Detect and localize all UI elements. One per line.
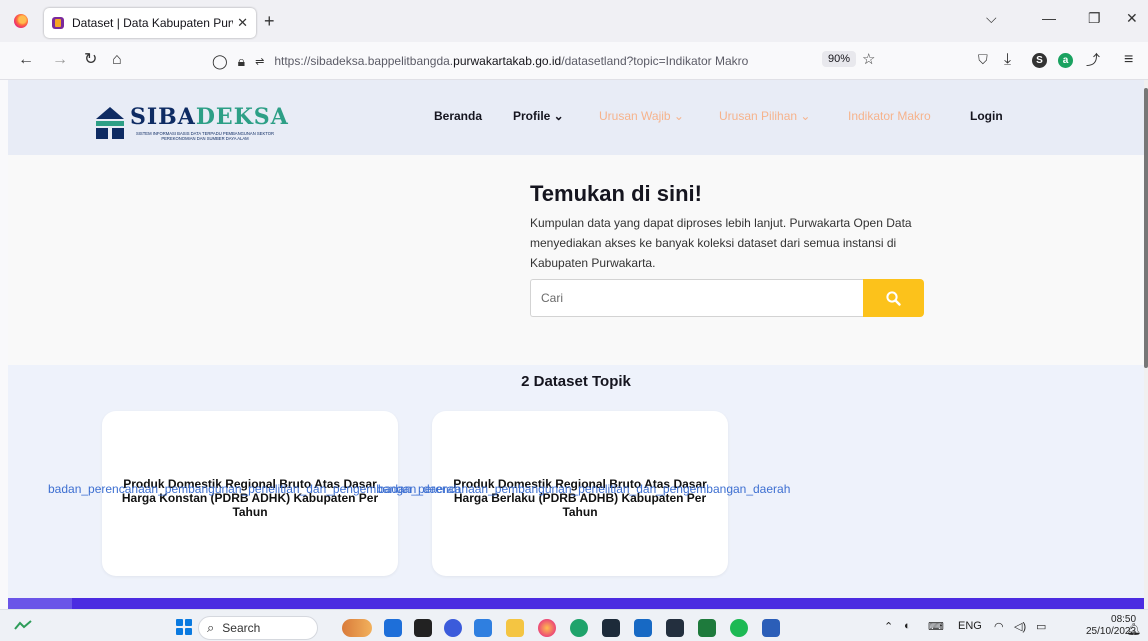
home-icon[interactable]: ⌂ — [112, 51, 122, 69]
close-window-button[interactable]: ✕ — [1126, 10, 1138, 27]
nav-beranda[interactable]: Beranda — [434, 109, 482, 123]
browser-tab-bar: Dataset | Data Kabupaten Purwa ✕ + ⌵ — ❐… — [0, 0, 1148, 42]
dropbox-icon[interactable] — [602, 619, 620, 637]
taskbar-search[interactable]: ⌕ Search — [198, 616, 318, 640]
tab-title: Dataset | Data Kabupaten Purwa — [72, 16, 234, 30]
copilot-icon[interactable] — [384, 619, 402, 637]
logo-subtitle: SISTEM INFORMASI BASIS DATA TERPADU PEMB… — [135, 131, 275, 141]
amazon-icon[interactable] — [666, 619, 684, 637]
search-button[interactable] — [863, 279, 924, 317]
dataset-count-heading: 2 Dataset Topik — [521, 373, 631, 390]
todo-icon[interactable] — [474, 619, 492, 637]
language-indicator[interactable]: ENG — [958, 620, 982, 632]
new-tab-button[interactable]: + — [264, 12, 275, 30]
nav-login[interactable]: Login — [970, 109, 1003, 123]
search-icon — [886, 291, 901, 306]
browser-nav-bar: ← → ↻ ⌂ ◯ 🔒︎ ⇌ https://sibadeksa.bappeli… — [0, 42, 1148, 80]
sibadeksa-logo[interactable]: SIBADEKSA SISTEM INFORMASI BASIS DATA TE… — [94, 104, 288, 144]
store-icon[interactable] — [634, 619, 652, 637]
dataset-section: 2 Dataset Topik Produk Domestik Regional… — [8, 365, 1144, 598]
windows-taskbar: ⌕ Search ⌃ ◐ ⌨ ENG ◠ ◁) ▭ 08:50 25/10/20… — [0, 609, 1148, 641]
zoom-level[interactable]: 90% — [822, 51, 857, 67]
search-input[interactable] — [530, 279, 864, 317]
extension-s-icon[interactable]: S — [1032, 53, 1047, 68]
battery-icon[interactable]: ▭ — [1036, 620, 1046, 633]
search-icon: ⌕ — [207, 620, 215, 635]
hero-description: Kumpulan data yang dapat diproses lebih … — [530, 216, 912, 270]
volume-icon[interactable]: ◁) — [1014, 620, 1026, 633]
file-explorer-icon[interactable] — [506, 619, 524, 637]
nav-indikator-makro[interactable]: Indikator Makro — [848, 109, 931, 123]
restore-button[interactable]: ❐ — [1088, 10, 1101, 27]
site-favicon-icon — [52, 17, 64, 29]
page-scrollbar[interactable] — [1144, 80, 1148, 609]
lock-icon[interactable]: 🔒︎ — [238, 53, 245, 70]
hero-title: Temukan di sini! — [530, 181, 702, 206]
logo-mark-icon — [96, 107, 124, 139]
extension-a-icon[interactable]: a — [1058, 53, 1073, 68]
spotify-icon[interactable] — [730, 619, 748, 637]
tab-close-icon[interactable]: ✕ — [237, 15, 248, 31]
url-text[interactable]: https://sibadeksa.bappelitbangda.purwaka… — [274, 54, 748, 68]
taskbar-search-label: Search — [222, 621, 261, 635]
keyboard-icon[interactable]: ⌨ — [928, 620, 944, 633]
address-bar[interactable]: ◯ 🔒︎ ⇌ https://sibadeksa.bappelitbangda.… — [212, 46, 892, 76]
shield-icon[interactable]: ◯ — [212, 53, 228, 70]
download-icon[interactable]: ⤓ — [1004, 51, 1011, 69]
menu-icon[interactable]: ≡ — [1124, 51, 1133, 69]
edge-icon[interactable] — [570, 619, 588, 637]
dataset-org-link[interactable]: badan_perencanaan_pembangunan_penelitian… — [378, 482, 790, 496]
tray-app-icon[interactable]: ◐ — [904, 620, 911, 632]
pocket-icon[interactable]: ⛉ — [978, 51, 988, 69]
logo-wordmark: SIBADEKSA — [130, 104, 289, 130]
list-tabs-icon[interactable]: ⌵ — [986, 10, 997, 27]
notification-bell-icon[interactable]: 🔔︎ — [1126, 622, 1141, 636]
forward-icon[interactable]: → — [52, 51, 68, 69]
tray-chevron-icon[interactable]: ⌃ — [884, 620, 893, 633]
share-icon[interactable]: ⤴ — [1086, 51, 1100, 69]
site-header: SIBADEKSA SISTEM INFORMASI BASIS DATA TE… — [8, 80, 1144, 155]
task-view-icon[interactable] — [414, 619, 432, 637]
chat-icon[interactable] — [444, 619, 462, 637]
start-button[interactable] — [176, 619, 192, 635]
footer-band — [8, 598, 1144, 609]
word-icon[interactable] — [762, 619, 780, 637]
hero-section: Temukan di sini! Kumpulan data yang dapa… — [8, 155, 1144, 365]
sticky-notes-icon[interactable] — [698, 619, 716, 637]
browser-tab[interactable]: Dataset | Data Kabupaten Purwa ✕ — [44, 8, 256, 38]
permissions-icon[interactable]: ⇌ — [255, 55, 264, 68]
nav-profile[interactable]: Profile ⌄ — [513, 109, 564, 123]
reload-icon[interactable]: ↻ — [84, 51, 97, 69]
weather-widget-icon[interactable] — [14, 619, 32, 631]
nav-urusan-wajib[interactable]: Urusan Wajib ⌄ — [599, 109, 684, 123]
wifi-icon[interactable]: ◠ — [994, 620, 1004, 633]
bookmark-star-icon[interactable]: ☆ — [862, 50, 875, 68]
news-widget-icon[interactable] — [342, 619, 372, 637]
firefox-taskbar-icon[interactable] — [538, 619, 556, 637]
minimize-button[interactable]: — — [1042, 10, 1056, 26]
scrollbar-thumb[interactable] — [1144, 88, 1148, 368]
back-icon[interactable]: ← — [18, 51, 34, 69]
nav-urusan-pilihan[interactable]: Urusan Pilihan ⌄ — [719, 109, 810, 123]
firefox-icon[interactable] — [14, 14, 28, 28]
